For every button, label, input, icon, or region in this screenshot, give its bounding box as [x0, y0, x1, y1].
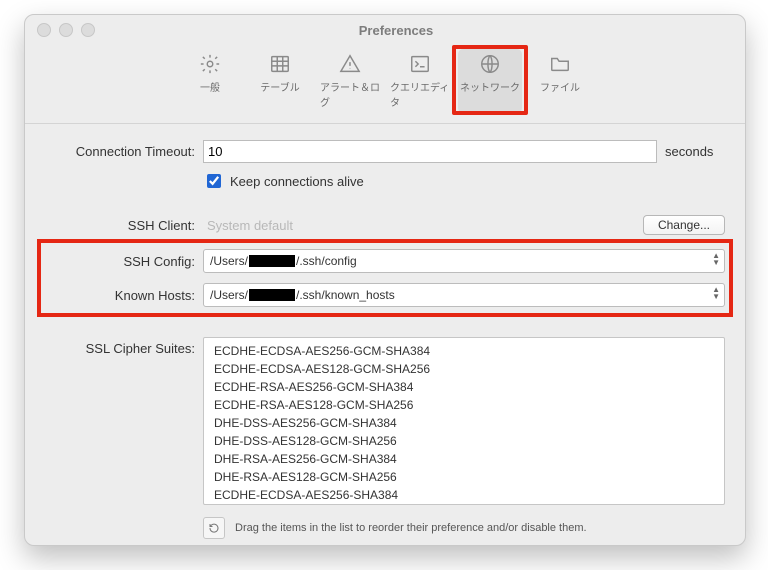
reset-button[interactable]: [203, 517, 225, 539]
cipher-item[interactable]: ECDHE-RSA-AES256-GCM-SHA384: [214, 378, 714, 396]
timeout-unit: seconds: [665, 144, 725, 159]
connection-timeout-row: Connection Timeout: seconds: [45, 140, 725, 163]
ssh-client-label: SSH Client:: [45, 218, 195, 233]
content-pane: Connection Timeout: seconds Keep connect…: [25, 124, 745, 545]
tab-file[interactable]: ファイル: [528, 49, 592, 113]
cipher-item[interactable]: ECDHE-ECDSA-AES256-SHA384: [214, 486, 714, 504]
window-title: Preferences: [95, 23, 697, 38]
redacted-user: [249, 289, 295, 301]
keep-alive-label: Keep connections alive: [230, 174, 364, 189]
folder-icon: [549, 53, 571, 75]
cipher-item[interactable]: ECDHE-RSA-AES128-GCM-SHA256: [214, 396, 714, 414]
window-controls: [37, 23, 95, 37]
cipher-item[interactable]: ECDHE-ECDSA-AES256-GCM-SHA384: [214, 342, 714, 360]
tab-query-editor[interactable]: クエリエディタ: [388, 49, 452, 113]
connection-timeout-input[interactable]: [203, 140, 657, 163]
minimize-window[interactable]: [59, 23, 73, 37]
cipher-item[interactable]: DHE-DSS-AES128-GCM-SHA256: [214, 432, 714, 450]
gear-icon: [199, 53, 221, 75]
cipher-suites-list[interactable]: ECDHE-ECDSA-AES256-GCM-SHA384ECDHE-ECDSA…: [203, 337, 725, 505]
cipher-suites-label: SSL Cipher Suites:: [45, 337, 195, 356]
ssh-config-combo[interactable]: /Users/ /.ssh/config ▲▼: [203, 249, 725, 273]
cipher-item[interactable]: DHE-RSA-AES256-GCM-SHA384: [214, 450, 714, 468]
ssh-client-value: System default: [203, 218, 635, 233]
known-hosts-suffix: /.ssh/known_hosts: [296, 288, 395, 302]
tab-general[interactable]: 一般: [178, 49, 242, 113]
ssh-paths-group: SSH Config: /Users/ /.ssh/config ▲▼ Know…: [45, 243, 725, 313]
zoom-window[interactable]: [81, 23, 95, 37]
globe-icon: [479, 53, 501, 75]
chevron-updown-icon: ▲▼: [712, 252, 720, 266]
terminal-icon: [409, 53, 431, 75]
ssh-config-suffix: /.ssh/config: [296, 254, 357, 268]
cipher-hint-row: Drag the items in the list to reorder th…: [203, 517, 725, 539]
close-window[interactable]: [37, 23, 51, 37]
keep-alive-checkbox[interactable]: [207, 174, 221, 188]
ssh-config-prefix: /Users/: [210, 254, 248, 268]
change-button[interactable]: Change...: [643, 215, 725, 235]
ssh-client-row: SSH Client: System default Change...: [45, 215, 725, 235]
toolbar: 一般 テーブル アラート＆ログ クエリエディタ ネットワーク ファイル: [25, 45, 745, 124]
reset-icon: [208, 522, 220, 534]
chevron-updown-icon: ▲▼: [712, 286, 720, 300]
cipher-item[interactable]: DHE-DSS-AES256-GCM-SHA384: [214, 414, 714, 432]
tab-tables[interactable]: テーブル: [248, 49, 312, 113]
cipher-suites-row: SSL Cipher Suites: ECDHE-ECDSA-AES256-GC…: [45, 337, 725, 505]
tab-alerts[interactable]: アラート＆ログ: [318, 49, 382, 113]
redacted-user: [249, 255, 295, 267]
connection-timeout-label: Connection Timeout:: [45, 144, 195, 159]
table-icon: [269, 53, 291, 75]
preferences-window: Preferences 一般 テーブル アラート＆ログ クエリエディタ ネットワ…: [24, 14, 746, 546]
known-hosts-combo[interactable]: /Users/ /.ssh/known_hosts ▲▼: [203, 283, 725, 307]
warning-icon: [339, 53, 361, 75]
tab-network[interactable]: ネットワーク: [458, 49, 522, 113]
known-hosts-prefix: /Users/: [210, 288, 248, 302]
cipher-item[interactable]: ECDHE-ECDSA-AES128-GCM-SHA256: [214, 360, 714, 378]
keep-alive-row: Keep connections alive: [203, 171, 725, 191]
titlebar: Preferences: [25, 15, 745, 45]
cipher-item[interactable]: DHE-RSA-AES128-GCM-SHA256: [214, 468, 714, 486]
cipher-hint: Drag the items in the list to reorder th…: [235, 522, 587, 534]
